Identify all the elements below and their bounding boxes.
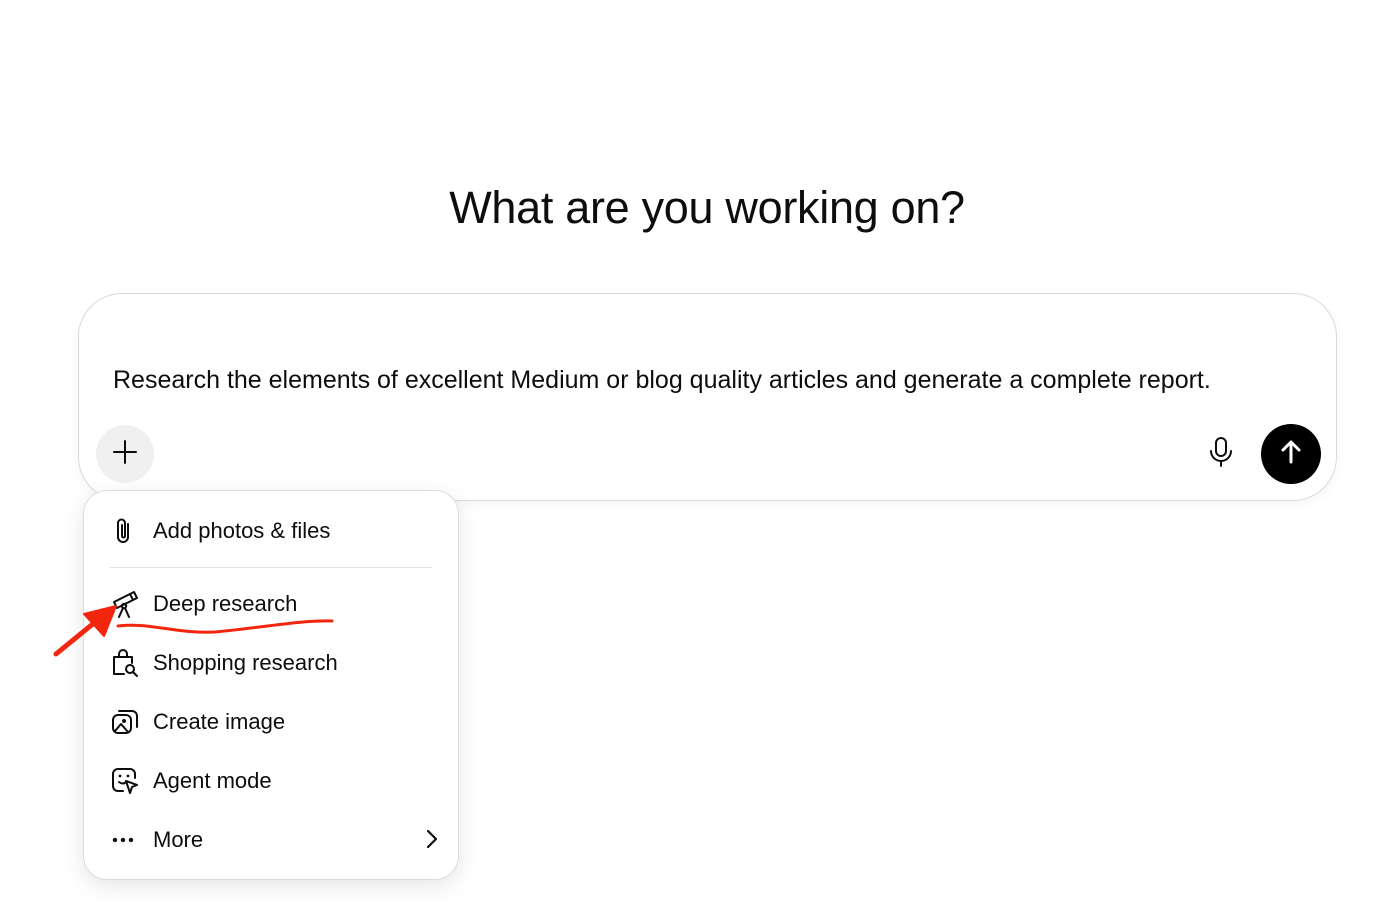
menu-item-label: Deep research [153,591,298,616]
microphone-icon [1208,436,1234,473]
menu-item-label: Agent mode [153,768,272,793]
agent-cursor-icon [110,765,142,797]
page: What are you working on? Research the el… [0,0,1400,909]
paperclip-icon [110,515,142,547]
image-icon [110,706,142,738]
menu-item-add-photos-files[interactable]: Add photos & files [110,509,440,553]
arrow-up-icon [1277,438,1305,471]
menu-item-deep-research[interactable]: Deep research [110,582,440,626]
menu-item-create-image[interactable]: Create image [110,700,440,744]
menu-item-label: Shopping research [153,650,338,675]
menu-item-label: Add photos & files [153,518,331,543]
send-button[interactable] [1261,424,1321,484]
menu-divider [110,567,432,568]
menu-item-label: Create image [153,709,286,734]
menu-item-shopping-research[interactable]: Shopping research [110,641,440,685]
menu-item-more[interactable]: More [110,818,440,862]
shopping-bag-search-icon [110,647,142,679]
add-attachment-button[interactable] [96,425,154,483]
chevron-right-icon [424,828,440,855]
voice-input-button[interactable] [1201,434,1241,474]
menu-item-label: More [153,827,204,852]
prompt-composer[interactable]: Research the elements of excellent Mediu… [78,293,1337,501]
ellipsis-icon [110,824,142,856]
prompt-input[interactable]: Research the elements of excellent Mediu… [113,364,1313,396]
page-heading: What are you working on? [449,182,965,233]
telescope-icon [110,588,142,620]
menu-item-agent-mode[interactable]: Agent mode [110,759,440,803]
plus-icon [111,438,139,471]
tools-menu: Add photos & files Deep research Shoppin… [83,490,459,880]
